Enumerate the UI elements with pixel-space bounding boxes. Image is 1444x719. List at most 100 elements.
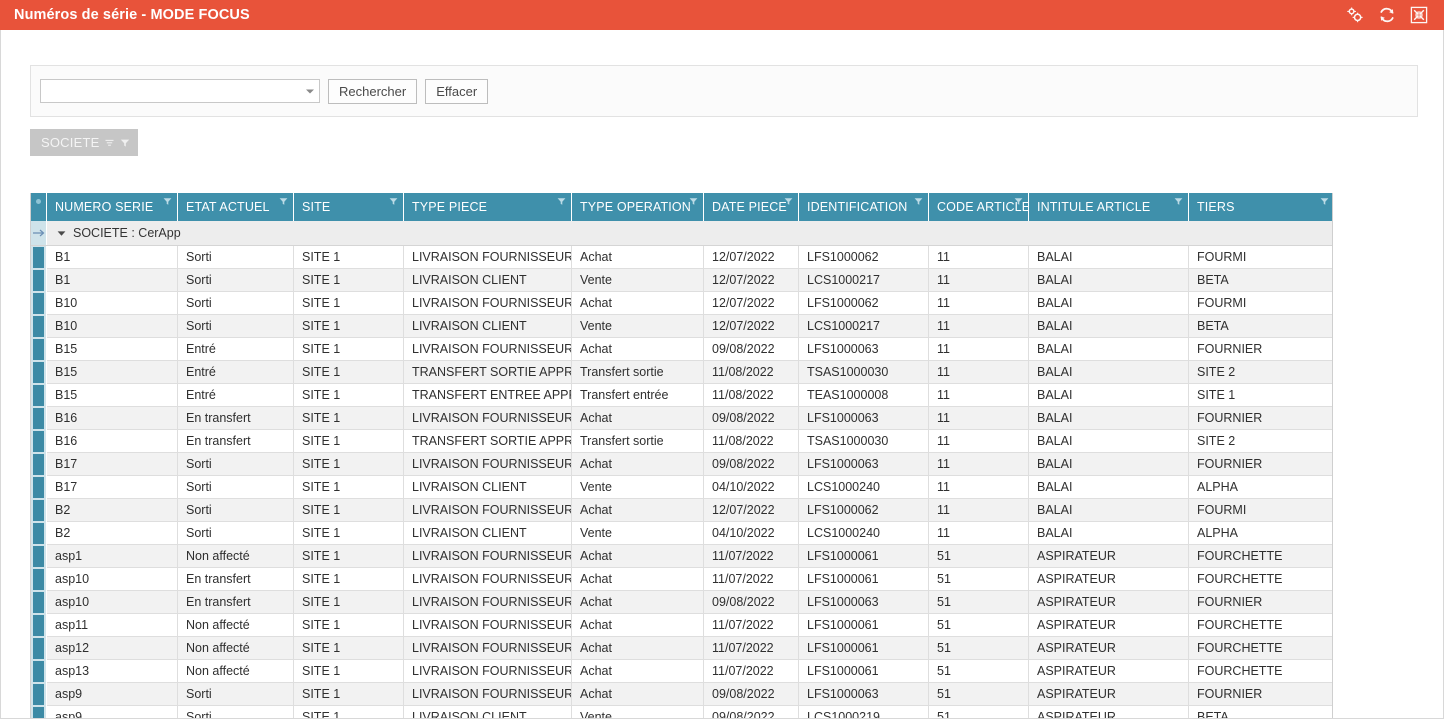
table-cell: asp1 [47, 545, 178, 568]
filter-funnel-icon[interactable] [784, 197, 793, 206]
row-indicator[interactable] [31, 453, 47, 476]
table-row[interactable]: asp11Non affectéSITE 1LIVRAISON FOURNISS… [31, 614, 1332, 637]
row-indicator[interactable] [31, 568, 47, 591]
table-row[interactable]: B2SortiSITE 1LIVRAISON FOURNISSEURAchat1… [31, 499, 1332, 522]
row-indicator[interactable] [31, 614, 47, 637]
table-cell: LIVRAISON FOURNISSEUR [404, 683, 572, 706]
row-indicator[interactable] [31, 269, 47, 292]
settings-gears-icon[interactable] [1346, 6, 1364, 24]
sort-ascending-icon[interactable] [104, 137, 115, 148]
row-indicator[interactable] [31, 246, 47, 269]
search-criteria-combobox[interactable] [40, 79, 320, 103]
table-cell: BALAI [1029, 292, 1189, 315]
table-cell: 11/07/2022 [704, 614, 799, 637]
row-indicator[interactable] [31, 660, 47, 683]
table-row[interactable]: B10SortiSITE 1LIVRAISON FOURNISSEURAchat… [31, 292, 1332, 315]
table-cell: Achat [572, 637, 704, 660]
table-row[interactable]: B15EntréSITE 1TRANSFERT ENTREE APPROTran… [31, 384, 1332, 407]
grid-column-header[interactable]: TYPE PIECE [404, 193, 572, 221]
grid-column-header[interactable]: SITE [294, 193, 404, 221]
row-indicator[interactable] [31, 292, 47, 315]
table-row[interactable]: asp1Non affectéSITE 1LIVRAISON FOURNISSE… [31, 545, 1332, 568]
chevron-down-icon[interactable] [301, 80, 319, 102]
row-indicator[interactable] [31, 476, 47, 499]
row-indicator[interactable] [31, 315, 47, 338]
group-header-cell[interactable]: SOCIETE : CerApp [47, 221, 1332, 245]
grid-column-header[interactable]: INTITULE ARTICLE [1029, 193, 1189, 221]
table-cell: 12/07/2022 [704, 246, 799, 269]
table-row[interactable]: asp13Non affectéSITE 1LIVRAISON FOURNISS… [31, 660, 1332, 683]
collapse-fullscreen-icon[interactable] [1410, 6, 1428, 24]
table-row[interactable]: B15EntréSITE 1LIVRAISON FOURNISSEURAchat… [31, 338, 1332, 361]
table-cell: BALAI [1029, 338, 1189, 361]
table-row[interactable]: asp9SortiSITE 1LIVRAISON CLIENTVente09/0… [31, 706, 1332, 719]
table-cell: Sorti [178, 453, 294, 476]
group-header-row[interactable]: SOCIETE : CerApp [31, 221, 1332, 246]
search-button[interactable]: Rechercher [328, 79, 417, 104]
table-row[interactable]: asp10En transfertSITE 1LIVRAISON FOURNIS… [31, 591, 1332, 614]
table-row[interactable]: B1SortiSITE 1LIVRAISON CLIENTVente12/07/… [31, 269, 1332, 292]
grid-column-header[interactable]: DATE PIECE [704, 193, 799, 221]
table-row[interactable]: B17SortiSITE 1LIVRAISON CLIENTVente04/10… [31, 476, 1332, 499]
filter-funnel-icon[interactable] [914, 197, 923, 206]
refresh-icon[interactable] [1378, 6, 1396, 24]
table-cell: SITE 1 [294, 292, 404, 315]
table-cell: 51 [929, 637, 1029, 660]
grid-column-header-label: ETAT ACTUEL [186, 200, 270, 214]
table-row[interactable]: B17SortiSITE 1LIVRAISON FOURNISSEURAchat… [31, 453, 1332, 476]
table-row[interactable]: B16En transfertSITE 1LIVRAISON FOURNISSE… [31, 407, 1332, 430]
row-indicator-block [33, 293, 44, 314]
table-row[interactable]: asp12Non affectéSITE 1LIVRAISON FOURNISS… [31, 637, 1332, 660]
table-cell: Vente [572, 476, 704, 499]
filter-funnel-icon[interactable] [1014, 197, 1023, 206]
table-cell: ASPIRATEUR [1029, 683, 1189, 706]
row-indicator[interactable] [31, 384, 47, 407]
grid-column-header[interactable]: IDENTIFICATION [799, 193, 929, 221]
filter-funnel-icon[interactable] [163, 197, 172, 206]
table-cell: LFS1000062 [799, 499, 929, 522]
table-cell: FOURCHETTE [1189, 660, 1333, 683]
table-cell: Achat [572, 292, 704, 315]
filter-funnel-icon[interactable] [1174, 197, 1183, 206]
row-indicator[interactable] [31, 683, 47, 706]
table-row[interactable]: B10SortiSITE 1LIVRAISON CLIENTVente12/07… [31, 315, 1332, 338]
table-row[interactable]: asp10En transfertSITE 1LIVRAISON FOURNIS… [31, 568, 1332, 591]
group-by-chip-societe[interactable]: SOCIETE [30, 129, 138, 156]
filter-funnel-icon[interactable] [120, 138, 130, 148]
filter-funnel-icon[interactable] [389, 197, 398, 206]
row-indicator[interactable] [31, 407, 47, 430]
table-cell: LIVRAISON CLIENT [404, 315, 572, 338]
table-row[interactable]: B16En transfertSITE 1TRANSFERT SORTIE AP… [31, 430, 1332, 453]
row-indicator[interactable] [31, 637, 47, 660]
row-indicator[interactable] [31, 522, 47, 545]
grid-column-header[interactable]: ETAT ACTUEL [178, 193, 294, 221]
row-indicator[interactable] [31, 338, 47, 361]
clear-button[interactable]: Effacer [425, 79, 488, 104]
filter-funnel-icon[interactable] [1320, 197, 1329, 206]
table-row[interactable]: asp9SortiSITE 1LIVRAISON FOURNISSEURAcha… [31, 683, 1332, 706]
row-indicator[interactable] [31, 545, 47, 568]
row-indicator[interactable] [31, 430, 47, 453]
filter-funnel-icon[interactable] [557, 197, 566, 206]
filter-funnel-icon[interactable] [689, 197, 698, 206]
table-cell: Achat [572, 591, 704, 614]
row-indicator[interactable] [31, 499, 47, 522]
table-cell: 11 [929, 476, 1029, 499]
table-cell: BALAI [1029, 361, 1189, 384]
chevron-down-icon[interactable] [57, 230, 66, 237]
row-indicator-block [33, 408, 44, 429]
table-cell: 09/08/2022 [704, 407, 799, 430]
table-cell: 51 [929, 568, 1029, 591]
table-row[interactable]: B15EntréSITE 1TRANSFERT SORTIE APPROTran… [31, 361, 1332, 384]
grid-column-header[interactable]: TYPE OPERATION [572, 193, 704, 221]
table-row[interactable]: B1SortiSITE 1LIVRAISON FOURNISSEURAchat1… [31, 246, 1332, 269]
grid-column-header[interactable]: CODE ARTICLE [929, 193, 1029, 221]
table-cell: B15 [47, 338, 178, 361]
grid-column-header[interactable]: NUMERO SERIE [47, 193, 178, 221]
row-indicator[interactable] [31, 706, 47, 719]
grid-column-header[interactable]: TIERS [1189, 193, 1333, 221]
filter-funnel-icon[interactable] [279, 197, 288, 206]
row-indicator[interactable] [31, 361, 47, 384]
row-indicator[interactable] [31, 591, 47, 614]
table-row[interactable]: B2SortiSITE 1LIVRAISON CLIENTVente04/10/… [31, 522, 1332, 545]
